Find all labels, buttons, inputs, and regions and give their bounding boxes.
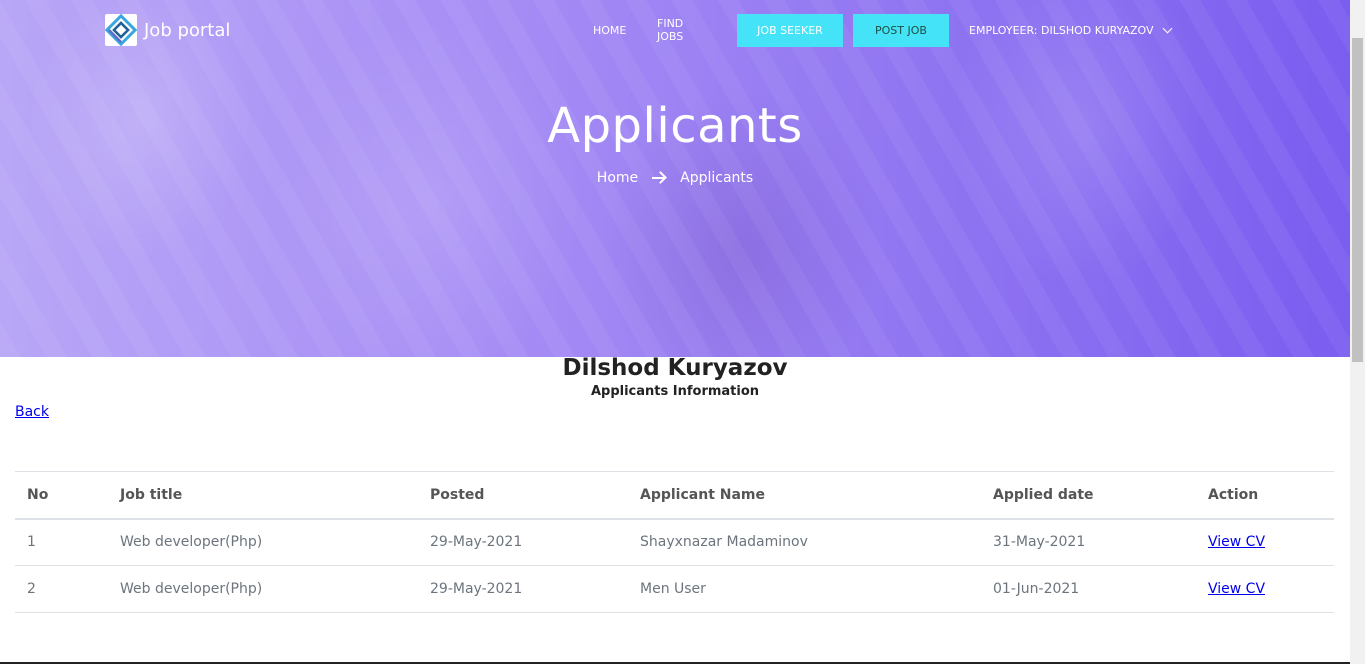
post-job-button[interactable]: POST JOB <box>853 14 949 47</box>
chevron-down-icon <box>1162 23 1172 33</box>
cell-action: View CV <box>1196 566 1334 613</box>
cell-applicant-name: Shayxnazar Madaminov <box>640 534 808 551</box>
header-no: No <box>27 486 49 503</box>
table-header-row: No Job title Posted Applicant Name Appli… <box>15 471 1334 519</box>
back-link[interactable]: Back <box>15 404 49 420</box>
diamond-logo-icon <box>104 13 138 47</box>
cell-applied-date: 01-Jun-2021 <box>993 581 1080 597</box>
cell-no: 2 <box>27 581 36 597</box>
cell-applicant-name: Men User <box>640 581 706 597</box>
arrow-right-icon <box>652 171 666 185</box>
job-seeker-button[interactable]: JOB SEEKER <box>737 14 843 47</box>
cell-job-title: Web developer(Php) <box>120 534 263 551</box>
table-row: 1 Web developer(Php) 29-May-2021 Shayxna… <box>15 519 1334 566</box>
header-applicant-name: Applicant Name <box>640 486 766 503</box>
cell-posted: 29-May-2021 <box>430 581 523 597</box>
cell-posted: 29-May-2021 <box>430 534 523 551</box>
nav-home-link[interactable]: HOME <box>593 14 626 46</box>
scrollbar-thumb[interactable] <box>1352 38 1363 362</box>
brand-logo[interactable]: Job portal <box>104 13 231 47</box>
header-action: Action <box>1208 486 1259 503</box>
cell-job-title: Web developer(Php) <box>120 581 263 597</box>
employer-name-heading: Dilshod Kuryazov <box>562 355 788 381</box>
header-job-title: Job title <box>120 486 183 503</box>
employer-menu[interactable]: EMPLOYEER: DILSHOD KURYAZOV <box>969 14 1172 46</box>
nav-find-jobs-link[interactable]: FIND JOBS <box>657 14 683 46</box>
applicants-table: No Job title Posted Applicant Name Appli… <box>15 471 1334 613</box>
view-cv-link[interactable]: View CV <box>1208 581 1265 597</box>
cell-no: 1 <box>27 534 36 551</box>
view-cv-link[interactable]: View CV <box>1208 534 1265 550</box>
cell-applied-date: 31-May-2021 <box>993 534 1086 551</box>
vertical-scrollbar[interactable] <box>1350 0 1365 664</box>
table-row: 2 Web developer(Php) 29-May-2021 Men Use… <box>15 566 1334 613</box>
breadcrumb-current: Applicants <box>680 170 754 186</box>
brand-name: Job portal <box>144 19 231 41</box>
header-applied-date: Applied date <box>993 486 1094 503</box>
employer-menu-label: EMPLOYEER: DILSHOD KURYAZOV <box>969 23 1154 37</box>
cell-action: View CV <box>1196 519 1334 566</box>
breadcrumb: Home Applicants <box>0 170 1350 186</box>
page-title: Applicants <box>547 98 803 154</box>
hero-banner: Job portal HOME FIND JOBS JOB SEEKER POS… <box>0 0 1350 357</box>
header-posted: Posted <box>430 486 485 503</box>
breadcrumb-home[interactable]: Home <box>597 170 638 186</box>
section-subtitle: Applicants Information <box>590 384 760 399</box>
